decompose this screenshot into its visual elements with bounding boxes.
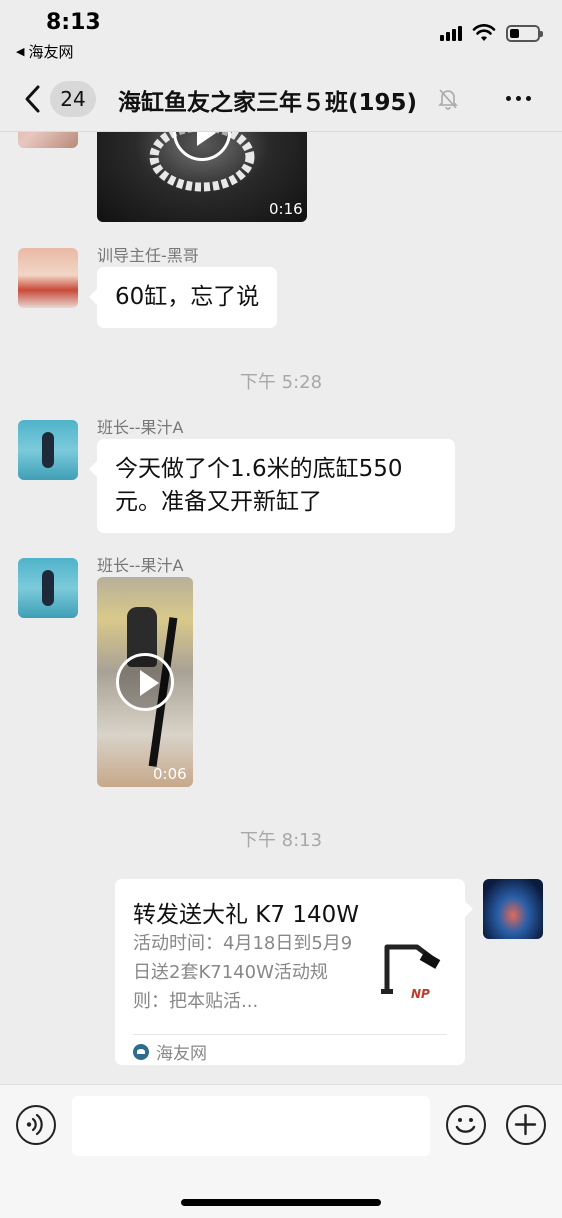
back-triangle-icon: ◀ [16, 45, 25, 58]
chat-title: 海缸鱼友之家三年５班(195) [118, 90, 418, 116]
cellular-signal-icon [440, 25, 462, 41]
link-card-title: 转发送大礼 K7 140W [133, 902, 359, 928]
status-time: 8:13 [46, 10, 101, 35]
source-name: 海友网 [156, 1044, 207, 1064]
status-icons [440, 24, 543, 42]
avatar[interactable] [18, 248, 78, 308]
smiley-face-icon [455, 1118, 476, 1133]
wifi-icon [472, 24, 496, 41]
link-card-description: 活动时间：4月18日到5月9日送2套K7140W活动规则：把本贴活... [133, 933, 353, 1012]
unread-count-badge[interactable]: 24 [50, 81, 96, 117]
avatar[interactable] [18, 132, 78, 148]
link-card-source: 海友网 [133, 1039, 207, 1064]
voice-waves-icon [26, 1113, 43, 1136]
video-message[interactable]: 0:16 [97, 132, 307, 222]
message-input-bar [0, 1084, 562, 1218]
message-timestamp: 下午 8:13 [239, 830, 323, 851]
status-bar: 8:13 ◀ 海友网 [0, 0, 562, 66]
plus-sign-icon [514, 1113, 537, 1136]
my-avatar[interactable] [483, 879, 543, 939]
video-duration: 0:16 [269, 200, 303, 218]
link-card-thumbnail: NP [377, 939, 447, 1011]
video-message[interactable]: 0:06 [97, 577, 193, 787]
back-to-app-link[interactable]: ◀ 海友网 [16, 41, 73, 62]
link-card-message[interactable]: 转发送大礼 K7 140W 活动时间：4月18日到5月9日送2套K7140W活动… [115, 879, 473, 1065]
avatar[interactable] [18, 420, 78, 480]
sender-name: 班长--果汁A [97, 418, 184, 437]
sender-name: 班长--果汁A [97, 556, 184, 575]
play-button[interactable] [116, 653, 174, 711]
card-divider [133, 1034, 447, 1035]
message-timestamp: 下午 5:28 [239, 372, 323, 393]
chat-header: 24 海缸鱼友之家三年５班(195) [0, 66, 562, 132]
source-logo-icon [133, 1043, 149, 1060]
chevron-left-icon[interactable] [20, 83, 48, 115]
avatar[interactable] [18, 558, 78, 618]
thumbnail-brand-text: NP [411, 987, 430, 1001]
more-dots-icon[interactable] [506, 96, 531, 101]
emoji-icon[interactable] [446, 1105, 486, 1145]
text-message-bubble[interactable]: 60缸，忘了说 [88, 267, 278, 328]
battery-icon [506, 24, 543, 42]
swimmer-figure [42, 570, 54, 606]
plus-icon[interactable] [506, 1105, 546, 1145]
sender-name: 训导主任-黑哥 [97, 246, 199, 265]
message-input[interactable] [72, 1096, 430, 1156]
swimmer-figure [42, 432, 54, 468]
chat-message-list[interactable]: 0:16 训导主任-黑哥 60缸，忘了说 下午 5:28 班长--果汁A 今天做… [0, 132, 562, 1084]
home-indicator[interactable] [181, 1199, 381, 1206]
bell-muted-icon [438, 89, 458, 110]
back-app-label: 海友网 [28, 43, 74, 61]
voice-icon[interactable] [16, 1105, 56, 1145]
text-message-bubble[interactable]: 今天做了个1.6米的底缸550元。准备又开新缸了 [89, 439, 455, 533]
video-duration: 0:06 [153, 765, 187, 783]
